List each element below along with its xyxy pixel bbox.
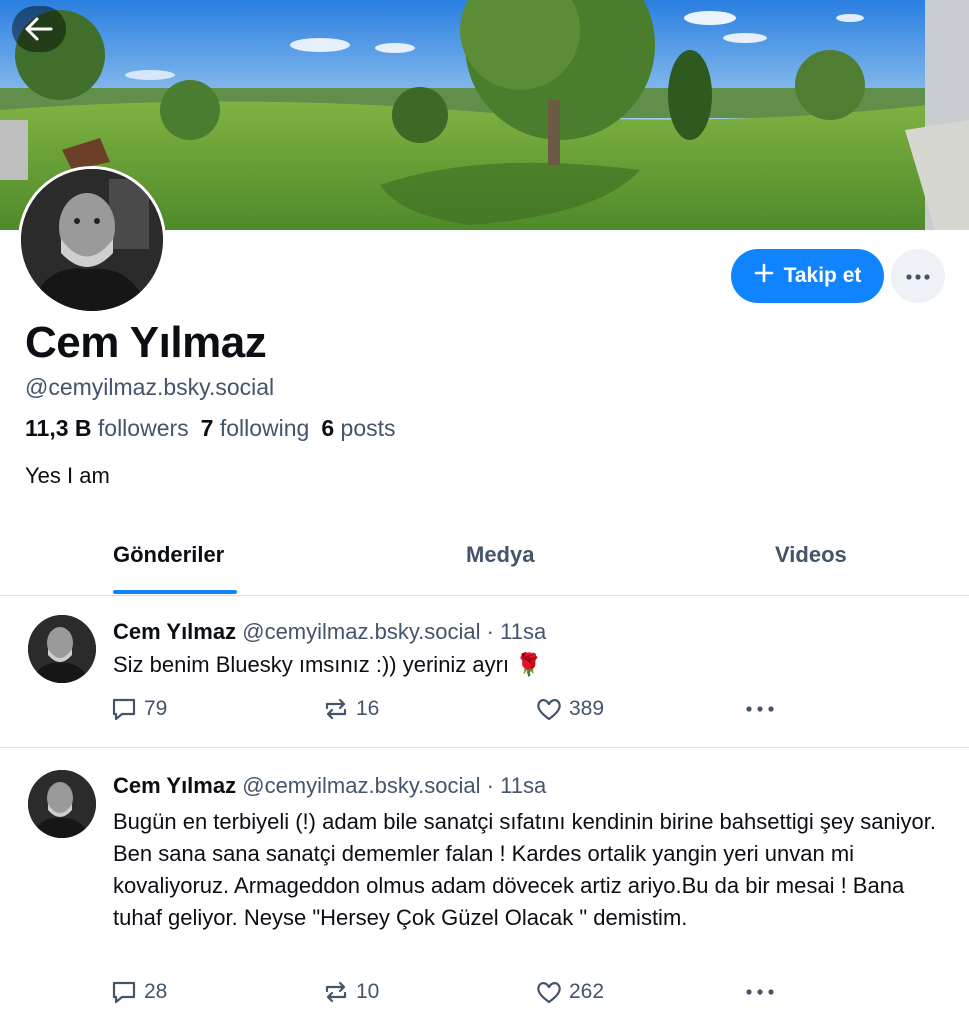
profile-bio: Yes I am [25,463,110,488]
reply-icon [110,696,138,722]
profile-screen: Takip et Cem Yılmaz @cemyilmaz.bsky.soci… [0,0,969,1024]
reply-button[interactable]: 79 [110,696,167,722]
reply-icon [110,979,138,1005]
back-button[interactable] [12,6,66,52]
repost-button[interactable]: 16 [322,696,379,722]
repost-count: 10 [356,980,380,1003]
like-count: 262 [569,980,605,1003]
post-author-name[interactable]: Cem Yılmaz [113,619,236,644]
profile-handle: @cemyilmaz.bsky.social [25,374,275,400]
post-actions: 28 10 262 [110,979,790,1009]
following-label: following [219,415,310,441]
repost-icon [322,696,350,722]
plus-icon [754,263,774,289]
tab-posts[interactable]: Gönderiler [113,542,224,568]
back-arrow-icon [24,16,54,42]
repost-icon [322,979,350,1005]
like-icon [535,696,563,722]
follow-button[interactable]: Takip et [731,249,884,303]
like-button[interactable]: 389 [535,696,604,722]
followers-label: followers [97,415,189,441]
like-icon [535,979,563,1005]
followers-count: 11,3 B [25,415,92,441]
post-timestamp[interactable]: · 11sa [487,619,547,644]
like-button[interactable]: 262 [535,979,604,1005]
follow-button-label: Takip et [783,264,862,287]
post-avatar-image [28,770,96,838]
active-tab-indicator [113,590,237,594]
post-author-name[interactable]: Cem Yılmaz [113,773,236,798]
post-item[interactable]: Cem Yılmaz @cemyilmaz.bsky.social · 11sa… [0,597,969,747]
following-stat[interactable]: 7 following [201,415,310,442]
post-author-avatar[interactable] [28,615,96,683]
reply-button[interactable]: 28 [110,979,167,1005]
ellipsis-icon [746,989,774,995]
post-text: Siz benim Bluesky ımsınız :)) yeriniz ay… [113,652,543,677]
profile-stats: 11,3 B followers 7 following 6 posts [25,415,396,442]
post-author-handle[interactable]: @cemyilmaz.bsky.social [242,773,480,798]
profile-avatar[interactable] [18,166,166,314]
post-actions: 79 16 389 [110,696,790,726]
repost-button[interactable]: 10 [322,979,379,1005]
reply-count: 79 [144,697,168,720]
post-item[interactable]: Cem Yılmaz @cemyilmaz.bsky.social · 11sa… [0,748,969,1024]
followers-stat[interactable]: 11,3 B followers [25,415,189,442]
tab-media[interactable]: Medya [466,542,534,568]
posts-label: posts [340,415,396,441]
post-timestamp[interactable]: · 11sa [487,773,547,798]
post-header: Cem Yılmaz @cemyilmaz.bsky.social · 11sa [113,773,546,799]
avatar-image [21,169,163,311]
repost-count: 16 [356,697,380,720]
profile-display-name: Cem Yılmaz [25,318,267,367]
post-more-button[interactable] [746,706,774,712]
post-more-button[interactable] [746,989,774,995]
reply-count: 28 [144,980,168,1003]
profile-tabs: Gönderiler Medya Videos [0,520,969,596]
post-text: Bugün en terbiyeli (!) adam bile sanatçi… [113,809,937,930]
post-author-avatar[interactable] [28,770,96,838]
tab-videos[interactable]: Videos [775,542,847,568]
more-options-button[interactable] [891,249,945,303]
posts-count: 6 [321,415,335,441]
like-count: 389 [569,697,605,720]
ellipsis-icon [746,706,774,712]
following-count: 7 [200,415,214,441]
ellipsis-icon [906,267,930,285]
post-author-handle[interactable]: @cemyilmaz.bsky.social [242,619,480,644]
post-avatar-image [28,615,96,683]
posts-stat: 6 posts [321,415,395,442]
post-header: Cem Yılmaz @cemyilmaz.bsky.social · 11sa [113,619,546,645]
